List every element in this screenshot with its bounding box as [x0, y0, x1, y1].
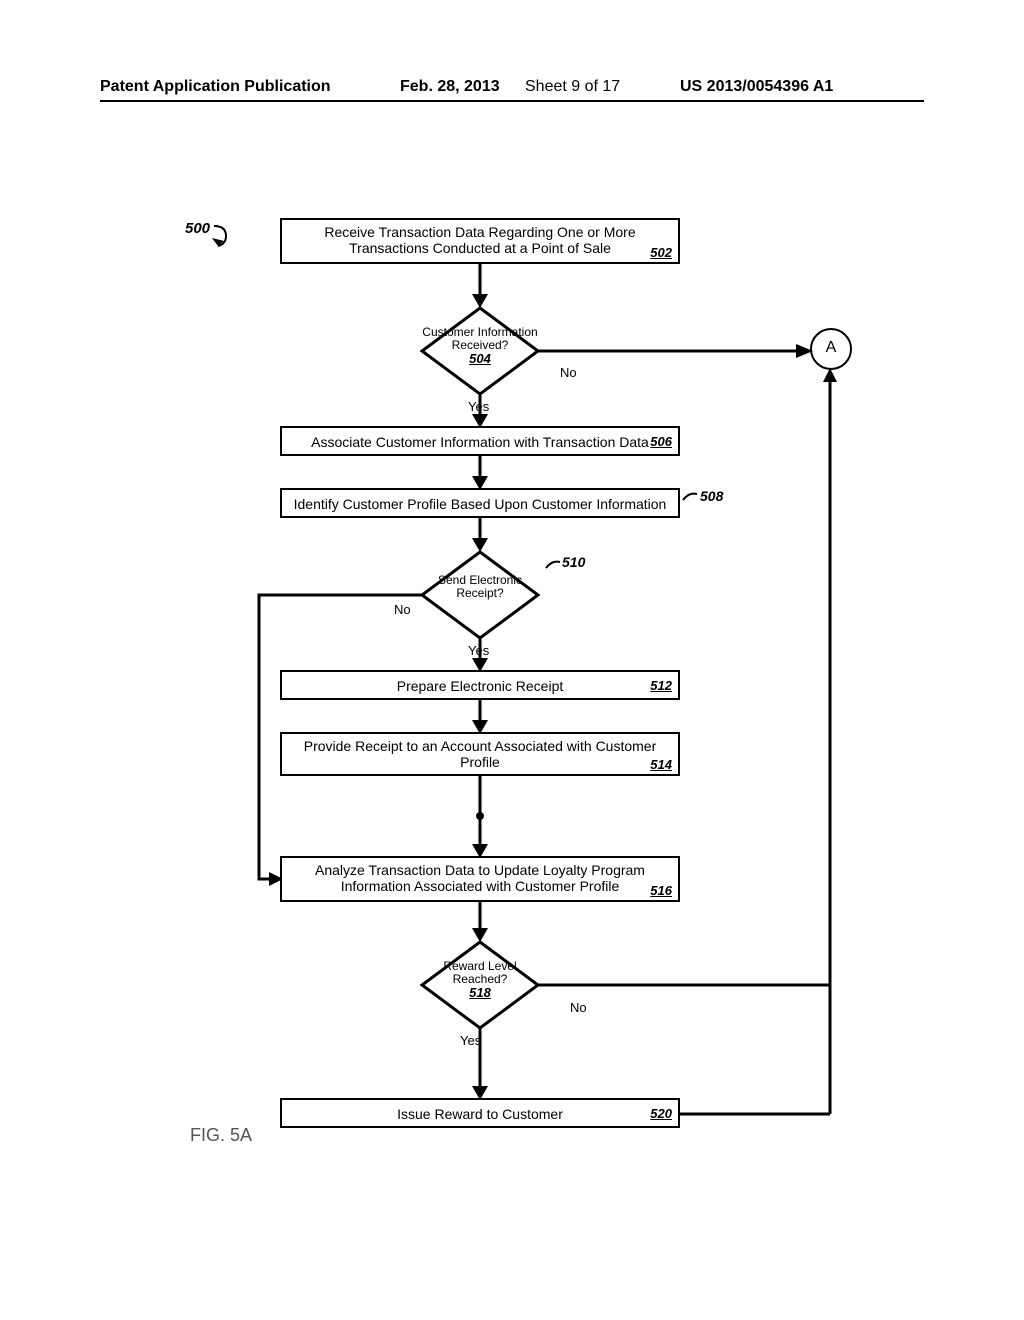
arrow-518-no-to-a — [536, 366, 846, 1006]
arrow-510-512 — [472, 638, 488, 672]
decision-518-ref: 518 — [469, 985, 491, 1000]
connector-520-merge — [826, 984, 836, 1116]
decision-504-text: Customer Information Received? — [422, 325, 537, 352]
arrow-512-514 — [472, 700, 488, 734]
decision-504: Customer Information Received? 504 — [420, 306, 540, 396]
step-520-ref: 520 — [650, 1104, 672, 1124]
off-page-connector-a: A — [810, 328, 852, 370]
step-502-ref: 502 — [650, 245, 672, 260]
header-publication-type: Patent Application Publication — [100, 78, 331, 96]
arrow-502-504 — [472, 264, 488, 308]
arrow-508-510 — [472, 518, 488, 552]
header-rule — [100, 100, 924, 102]
arrow-516-518 — [472, 902, 488, 942]
patent-page: Patent Application Publication Feb. 28, … — [0, 0, 1024, 1320]
figure-label: FIG. 5A — [190, 1125, 252, 1146]
decision-518: Reward Level Reached? 518 — [420, 940, 540, 1030]
header-sheet: Sheet 9 of 17 — [525, 78, 620, 96]
header-date: Feb. 28, 2013 — [400, 78, 500, 96]
arrow-518-520 — [472, 1028, 488, 1100]
step-502-box: Receive Transaction Data Regarding One o… — [280, 218, 680, 264]
ref-500-hook-icon — [208, 224, 232, 252]
arrow-514-516 — [472, 776, 488, 858]
decision-518-textker: Reward Level Reached? — [443, 959, 516, 986]
arrow-520-to-right-rail — [680, 1106, 840, 1122]
arrow-504-506 — [472, 394, 488, 428]
step-520-text: Issue Reward to Customer — [397, 1106, 563, 1122]
arrow-506-508 — [472, 456, 488, 490]
arrow-504-no-to-a — [538, 344, 814, 358]
flowchart-ref-500: 500 — [185, 220, 210, 237]
decision-510: Send Electronic Receipt? — [420, 550, 540, 640]
step-502-text: Receive Transaction Data Regarding One o… — [324, 224, 635, 256]
decision-504-ref: 504 — [469, 351, 491, 366]
decision-510-text: Send Electronic Receipt? — [438, 573, 522, 600]
step-520-box: Issue Reward to Customer 520 — [280, 1098, 680, 1128]
header-pubnum: US 2013/0054396 A1 — [680, 78, 833, 96]
